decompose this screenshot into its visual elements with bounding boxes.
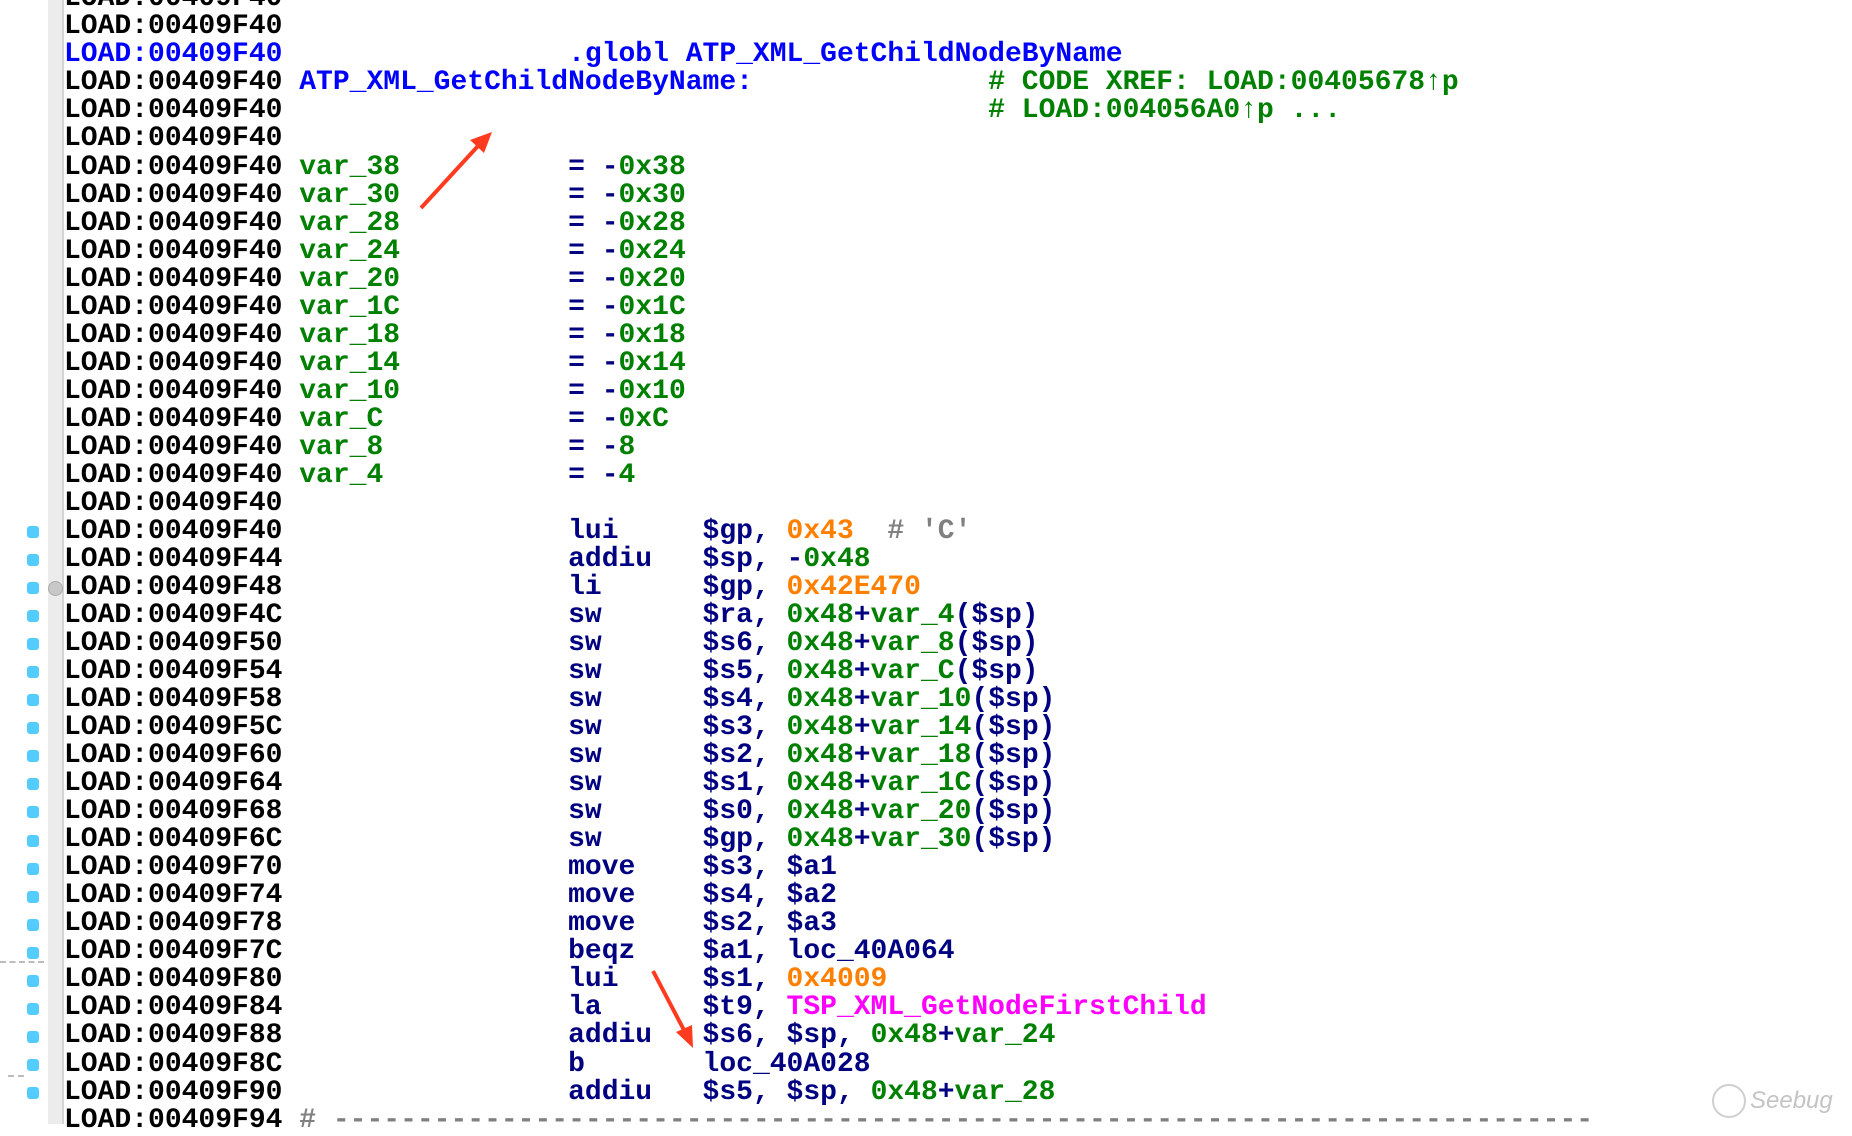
watermark-text: Seebug [1750,1087,1833,1114]
arrow-icon [651,970,693,1048]
arrow-icon [419,132,492,210]
watermark: Seebug [1712,1084,1833,1118]
annotation-arrows [419,132,693,1048]
seebug-logo-icon [1712,1084,1746,1118]
